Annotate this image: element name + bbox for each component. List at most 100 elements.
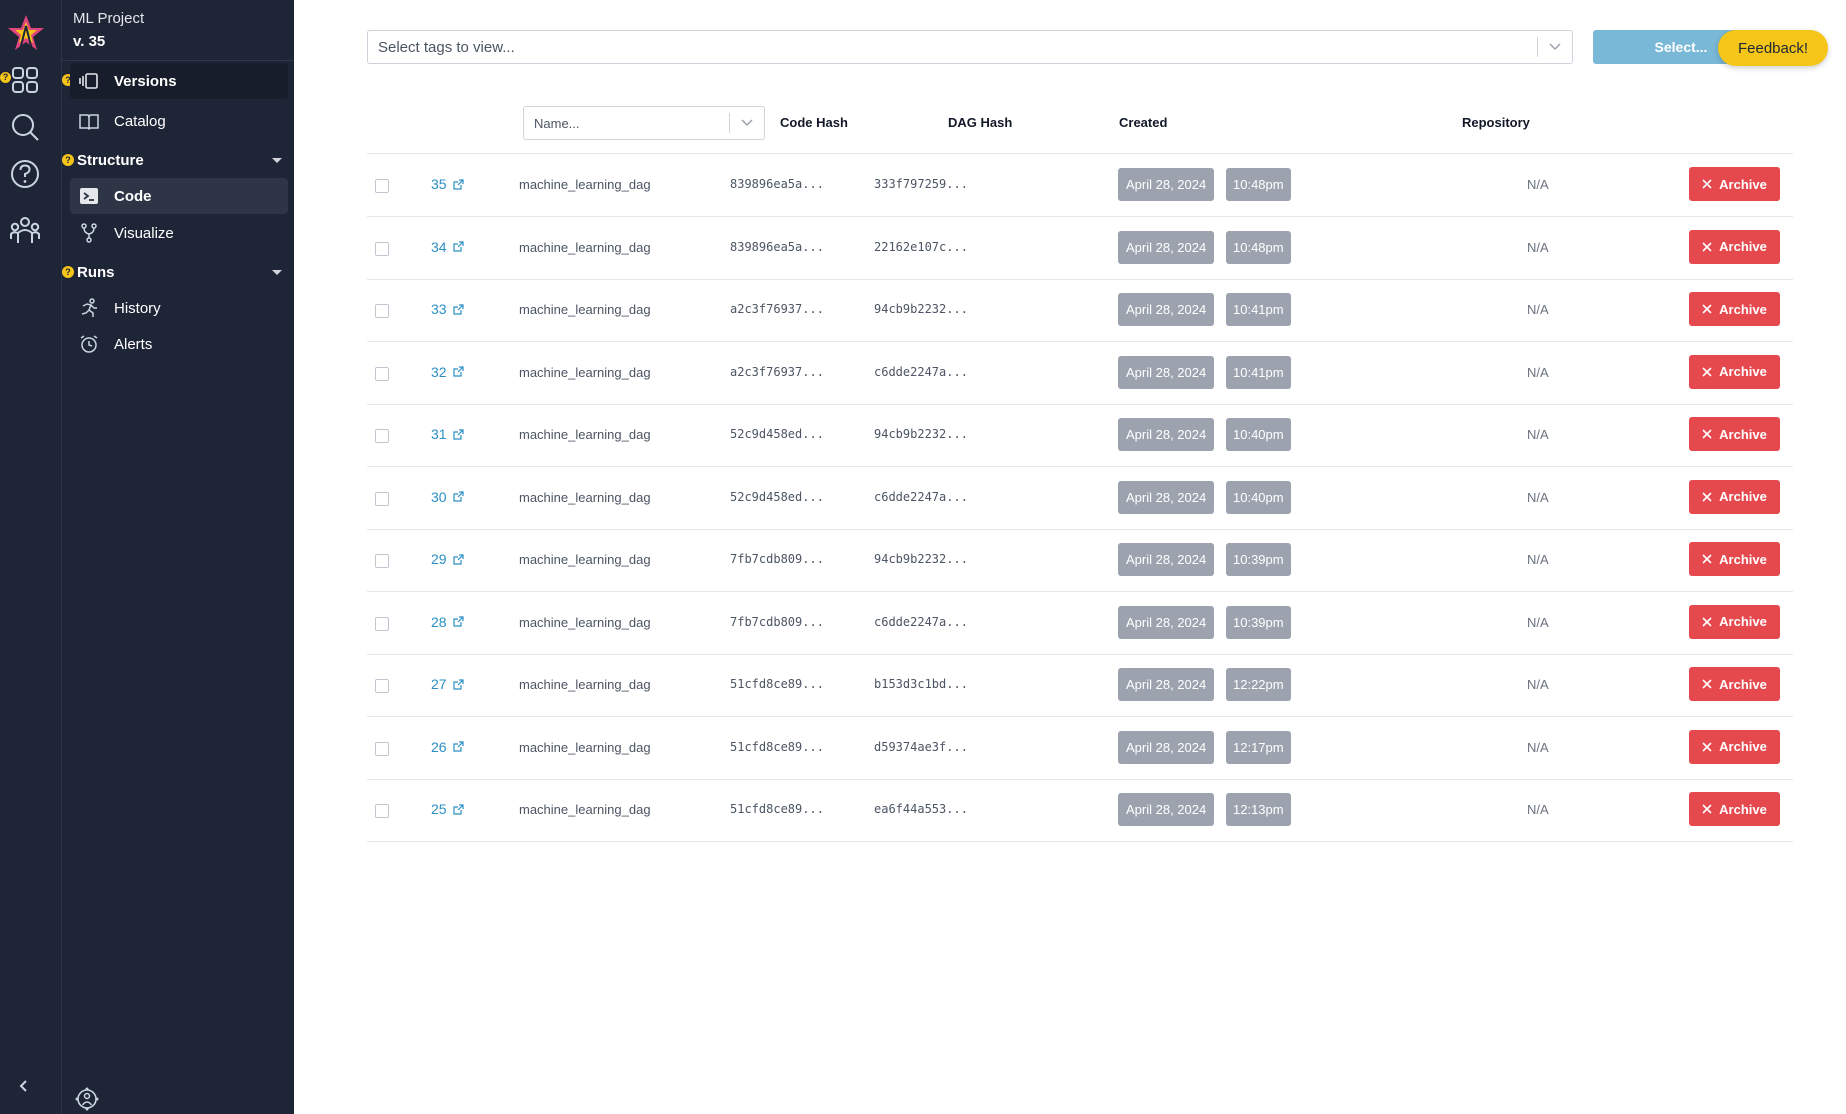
dag-name: machine_learning_dag bbox=[519, 677, 651, 692]
archive-button[interactable]: Archive bbox=[1689, 354, 1780, 389]
external-link-icon bbox=[452, 553, 464, 565]
version-link[interactable]: 31 bbox=[431, 426, 464, 442]
sidebar-item-code[interactable]: Code bbox=[70, 178, 288, 214]
created-time-badge: 10:41pm bbox=[1226, 293, 1291, 326]
collapse-sidebar-icon[interactable] bbox=[16, 1078, 32, 1094]
logo-icon[interactable] bbox=[6, 12, 46, 54]
archive-button[interactable]: Archive bbox=[1689, 667, 1780, 701]
version-link[interactable]: 32 bbox=[431, 364, 464, 380]
repository-value: N/A bbox=[1527, 364, 1549, 380]
sidebar: ML Project v. 35 ? Versions Catalog ? St… bbox=[62, 0, 294, 1114]
sidebar-item-alerts[interactable]: Alerts bbox=[70, 326, 288, 362]
archive-button[interactable]: Archive bbox=[1689, 729, 1780, 764]
row-checkbox[interactable] bbox=[375, 491, 389, 506]
sidebar-item-versions[interactable]: Versions bbox=[70, 63, 288, 99]
code-hash: a2c3f76937... bbox=[730, 364, 824, 379]
version-link[interactable]: 33 bbox=[431, 301, 464, 317]
row-checkbox[interactable] bbox=[375, 366, 389, 381]
archive-label: Archive bbox=[1719, 489, 1767, 504]
sidebar-item-visualize[interactable]: Visualize bbox=[70, 215, 288, 251]
version-link[interactable]: 34 bbox=[431, 239, 464, 255]
dag-name: machine_learning_dag bbox=[519, 177, 651, 192]
external-link-icon bbox=[452, 491, 464, 502]
created-time-badge: 10:39pm bbox=[1226, 605, 1291, 639]
table-row: 25 machine_learning_dag 51cfd8ce89... ea… bbox=[367, 779, 1793, 842]
version-link[interactable]: 26 bbox=[431, 739, 464, 755]
sidebar-item-catalog[interactable]: Catalog bbox=[70, 103, 288, 139]
version-link[interactable]: 30 bbox=[431, 489, 464, 505]
row-checkbox[interactable] bbox=[375, 304, 389, 318]
apps-grid-icon[interactable] bbox=[8, 63, 42, 97]
row-checkbox[interactable] bbox=[375, 679, 389, 693]
tags-select[interactable]: Select tags to view... bbox=[367, 30, 1573, 64]
section-structure[interactable]: ? Structure bbox=[62, 148, 288, 172]
archive-button[interactable]: Archive bbox=[1689, 167, 1780, 201]
repository-value: N/A bbox=[1527, 239, 1549, 255]
version-number: 32 bbox=[431, 363, 447, 380]
row-checkbox[interactable] bbox=[375, 804, 389, 818]
team-icon[interactable] bbox=[8, 213, 42, 247]
dag-hash: d59374ae3f... bbox=[874, 739, 968, 754]
column-header-code-hash: Code Hash bbox=[780, 115, 848, 130]
chevron-down-icon[interactable] bbox=[730, 106, 764, 140]
name-filter-select[interactable]: Name... bbox=[523, 106, 765, 140]
caret-down-icon[interactable] bbox=[272, 269, 282, 275]
team-settings-icon[interactable] bbox=[74, 1086, 100, 1112]
version-link[interactable]: 29 bbox=[431, 551, 464, 567]
row-checkbox[interactable] bbox=[375, 616, 389, 631]
external-link-icon bbox=[452, 678, 464, 690]
archive-button[interactable]: Archive bbox=[1689, 417, 1780, 451]
row-checkbox[interactable] bbox=[375, 554, 389, 568]
created-date-badge: April 28, 2024 bbox=[1118, 293, 1215, 326]
external-link-icon bbox=[452, 303, 464, 315]
archive-label: Archive bbox=[1719, 239, 1767, 254]
row-checkbox[interactable] bbox=[375, 179, 389, 193]
table-row: 33 machine_learning_dag a2c3f76937... 94… bbox=[367, 279, 1793, 342]
created-date-badge: April 28, 2024 bbox=[1118, 668, 1215, 701]
archive-button[interactable]: Archive bbox=[1689, 229, 1780, 264]
help-icon[interactable] bbox=[8, 157, 42, 191]
table-row: 32 machine_learning_dag a2c3f76937... c6… bbox=[367, 342, 1793, 405]
archive-button[interactable]: Archive bbox=[1689, 292, 1780, 326]
section-runs[interactable]: ? Runs bbox=[62, 260, 288, 284]
dag-name: machine_learning_dag bbox=[519, 739, 651, 755]
chevron-down-icon[interactable] bbox=[1538, 30, 1572, 64]
row-checkbox[interactable] bbox=[375, 241, 389, 256]
version-link[interactable]: 28 bbox=[431, 614, 464, 630]
table-row: 31 machine_learning_dag 52c9d458ed... 94… bbox=[367, 404, 1793, 467]
row-checkbox[interactable] bbox=[375, 429, 389, 443]
archive-label: Archive bbox=[1719, 801, 1767, 817]
close-icon bbox=[1702, 241, 1712, 252]
version-number: 31 bbox=[431, 426, 447, 442]
created-date-badge: April 28, 2024 bbox=[1118, 730, 1215, 764]
created-time-badge: 12:17pm bbox=[1226, 730, 1291, 764]
icon-rail: ? bbox=[0, 0, 62, 1114]
search-icon[interactable] bbox=[8, 110, 42, 144]
version-link[interactable]: 25 bbox=[431, 801, 464, 817]
table-row: 26 machine_learning_dag 51cfd8ce89... d5… bbox=[367, 717, 1793, 780]
caret-down-icon[interactable] bbox=[272, 157, 282, 163]
dag-name: machine_learning_dag bbox=[519, 239, 651, 255]
version-number: 28 bbox=[431, 613, 447, 630]
archive-button[interactable]: Archive bbox=[1689, 542, 1780, 576]
row-checkbox[interactable] bbox=[375, 741, 389, 756]
dag-hash: c6dde2247a... bbox=[874, 614, 968, 629]
repository-value: N/A bbox=[1527, 427, 1549, 442]
dag-hash: c6dde2247a... bbox=[874, 364, 968, 379]
version-link[interactable]: 27 bbox=[431, 676, 464, 692]
project-header: ML Project v. 35 bbox=[73, 10, 144, 50]
archive-button[interactable]: Archive bbox=[1689, 479, 1780, 514]
feedback-button[interactable]: Feedback! bbox=[1718, 30, 1828, 66]
external-link-icon bbox=[452, 366, 464, 377]
sidebar-item-history[interactable]: History bbox=[70, 290, 288, 326]
sidebar-item-label: Code bbox=[114, 187, 152, 205]
archive-label: Archive bbox=[1719, 364, 1767, 379]
sidebar-item-label: Catalog bbox=[114, 112, 166, 130]
sidebar-item-label: Visualize bbox=[114, 224, 174, 242]
archive-label: Archive bbox=[1719, 739, 1767, 754]
archive-button[interactable]: Archive bbox=[1689, 792, 1780, 826]
alarm-icon bbox=[80, 335, 98, 353]
dag-hash: b153d3c1bd... bbox=[874, 677, 968, 691]
archive-button[interactable]: Archive bbox=[1689, 604, 1780, 639]
version-link[interactable]: 35 bbox=[431, 176, 464, 192]
